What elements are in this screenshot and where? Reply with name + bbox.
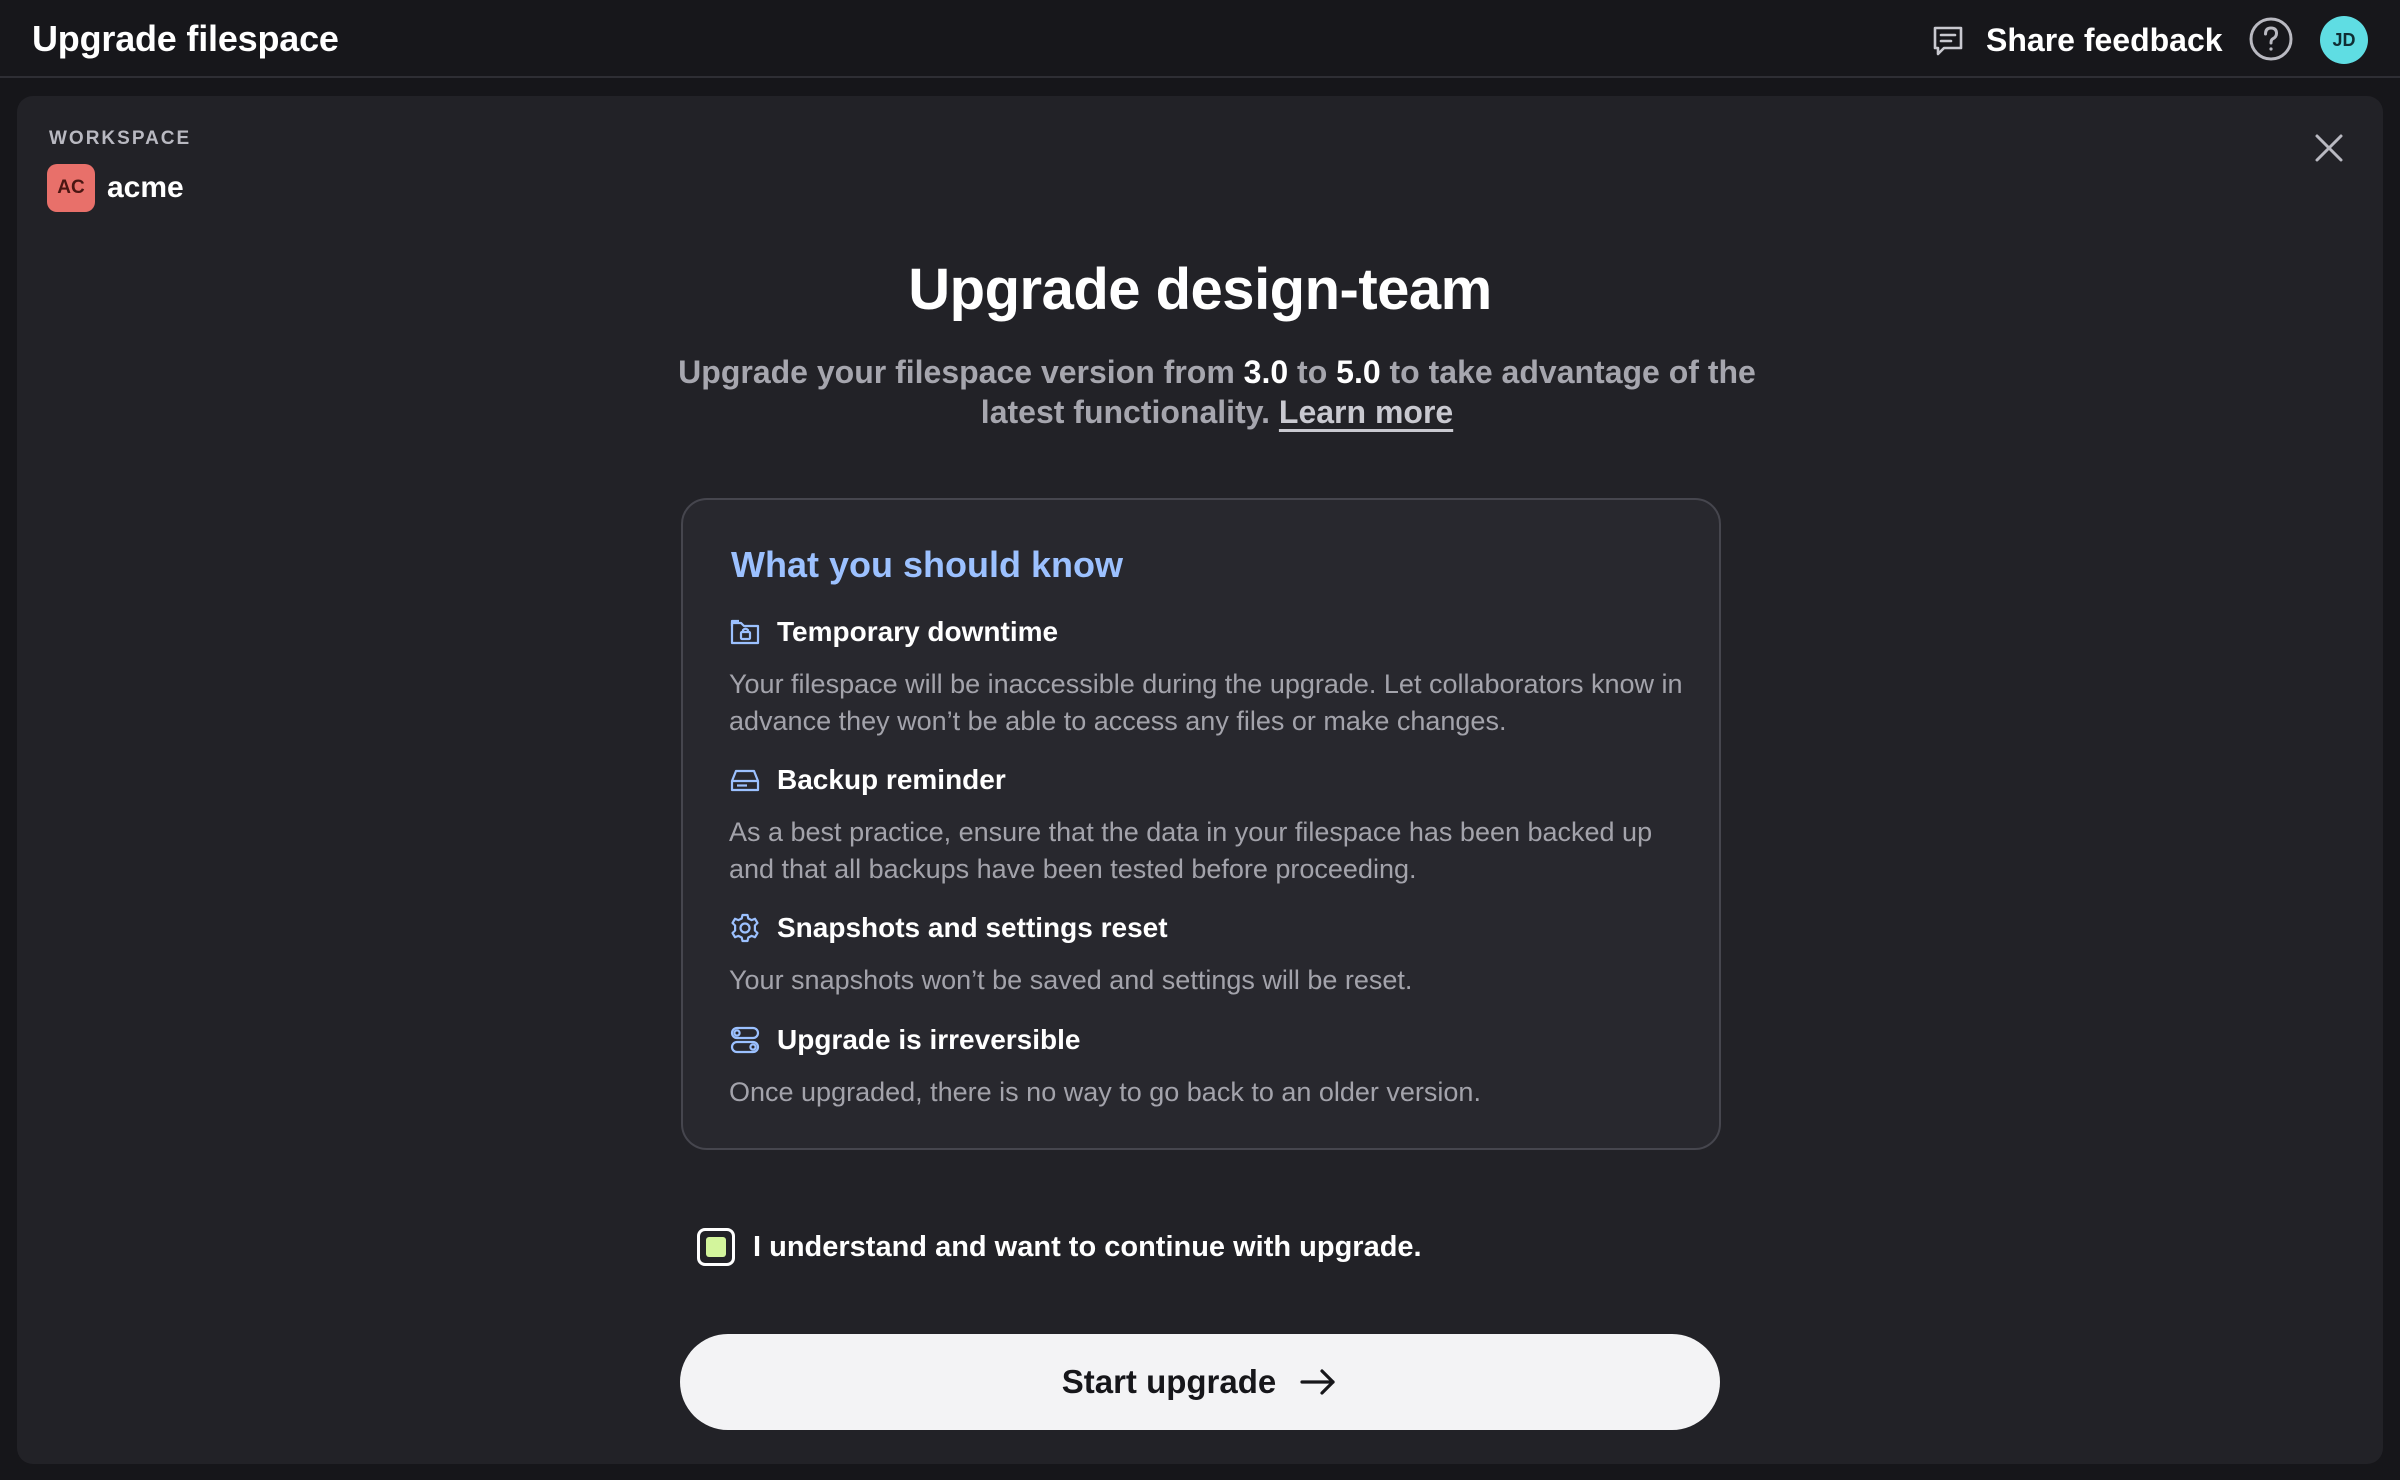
info-item-title: Temporary downtime: [729, 616, 1058, 648]
workspace-selector: AC acme: [47, 164, 184, 212]
info-item-label: Backup reminder: [777, 764, 1006, 795]
info-item-label: Temporary downtime: [777, 616, 1059, 647]
confirm-label[interactable]: I understand and want to continue with u…: [753, 1231, 1422, 1264]
chat-feedback-icon: [1933, 26, 1963, 56]
info-item-title: Upgrade is irreversible: [729, 1024, 1080, 1056]
confirm-checkbox[interactable]: [697, 1228, 735, 1266]
page-subtitle: Upgrade your filespace version from 3.0 …: [657, 352, 1777, 432]
info-item-title: Snapshots and settings reset: [729, 912, 1168, 944]
folder-lock-icon: [730, 619, 760, 645]
info-item-body: Your snapshots won’t be saved and settin…: [729, 965, 1413, 995]
info-item-label: Snapshots and settings reset: [777, 912, 1168, 943]
share-feedback-button[interactable]: Share feedback: [1930, 18, 2223, 62]
upgrade-panel: WORKSPACE AC acme Upgrade design-team Up…: [17, 96, 2383, 1464]
help-circle-icon[interactable]: [2248, 16, 2294, 62]
gear-icon: [731, 913, 759, 943]
user-avatar[interactable]: JD: [2320, 16, 2368, 64]
info-item-body: Your filespace will be inaccessible duri…: [729, 669, 1683, 736]
hard-drive-icon: [730, 769, 760, 792]
workspace-badge: AC: [47, 164, 95, 212]
info-card-title: What you should know: [731, 544, 1123, 585]
top-bar: Upgrade filespace Share feedback JD: [0, 0, 2400, 78]
info-card: What you should know Temporary downtime …: [681, 498, 1721, 1150]
share-feedback-label: Share feedback: [1986, 21, 2223, 58]
start-upgrade-button[interactable]: Start upgrade: [680, 1334, 1720, 1430]
to-version: 5.0: [1336, 354, 1381, 390]
info-item-body: Once upgraded, there is no way to go bac…: [729, 1077, 1481, 1107]
info-item-label: Upgrade is irreversible: [777, 1024, 1081, 1055]
info-item-body: As a best practice, ensure that the data…: [729, 817, 1653, 884]
close-icon[interactable]: [2309, 128, 2349, 168]
info-item-title: Backup reminder: [729, 764, 1006, 796]
subtitle-mid: to: [1288, 354, 1337, 390]
toggles-icon: [730, 1026, 760, 1054]
page-title: Upgrade design-team: [908, 257, 1492, 322]
subtitle-pre: Upgrade your filespace version from: [678, 354, 1244, 390]
from-version: 3.0: [1243, 354, 1289, 390]
app-title: Upgrade filespace: [32, 18, 339, 59]
workspace-label: WORKSPACE: [49, 128, 192, 149]
workspace-name: acme: [107, 171, 184, 204]
checkbox-checked-mark: [706, 1237, 726, 1257]
arrow-right-icon: [1300, 1369, 1335, 1395]
start-upgrade-label: Start upgrade: [1061, 1363, 1277, 1400]
learn-more-link[interactable]: Learn more: [1279, 394, 1453, 430]
confirm-checkbox-row[interactable]: I understand and want to continue with u…: [697, 1228, 1422, 1266]
